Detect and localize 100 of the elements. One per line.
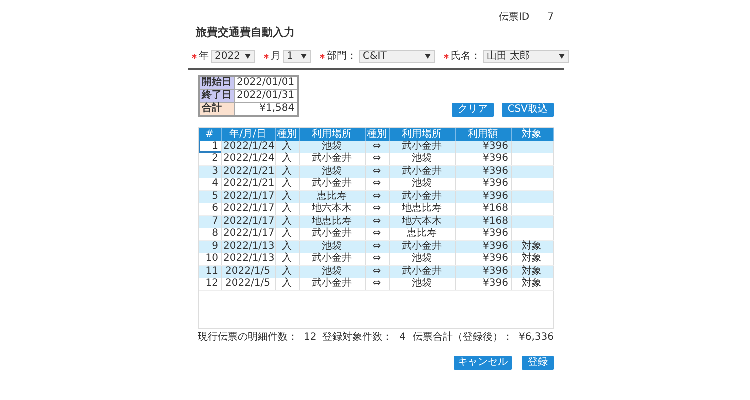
table-cell: ¥396 <box>455 141 511 153</box>
table-cell: ¥396 <box>455 266 511 278</box>
table-cell: 対象 <box>511 253 553 266</box>
table-cell[interactable]: 12 <box>199 278 221 290</box>
table-cell[interactable]: 7 <box>199 216 221 228</box>
table-cell: ⇔ <box>365 228 389 240</box>
caret-icon <box>559 54 565 59</box>
table-cell[interactable]: 11 <box>199 266 221 278</box>
table-cell[interactable]: 4 <box>199 178 221 190</box>
table-cell: 池袋 <box>389 253 455 266</box>
table-cell: 対象 <box>511 266 553 278</box>
table-cell: 対象 <box>511 240 553 253</box>
table-cell: ¥396 <box>455 240 511 253</box>
table-cell: ¥396 <box>455 190 511 203</box>
action-button[interactable]: CSV取込 <box>502 103 554 117</box>
total-value: 4 <box>398 332 407 344</box>
table-cell: 地恵比寿 <box>389 203 455 216</box>
table-cell: 入 <box>275 178 299 190</box>
column-header[interactable]: 種別 <box>275 128 299 141</box>
table-cell: 2022/1/21 <box>221 166 275 178</box>
table-cell: 2022/1/17 <box>221 203 275 216</box>
table-cell: 2022/1/5 <box>221 266 275 278</box>
table-cell: 武小金井 <box>299 253 365 266</box>
table-cell: 武小金井 <box>389 266 455 278</box>
total-label: 登録対象件数： <box>322 332 393 344</box>
field-label: 部門： <box>327 50 357 62</box>
field-label: 年 <box>199 50 209 62</box>
table-cell: 2022/1/24 <box>221 153 275 166</box>
table-cell: 池袋 <box>389 178 455 190</box>
action-button[interactable]: クリア <box>452 103 494 117</box>
column-header[interactable]: 年/月/日 <box>221 128 275 141</box>
table-cell: 恵比寿 <box>299 190 365 203</box>
column-header[interactable]: 対象 <box>511 128 553 141</box>
table-cell: 池袋 <box>299 166 365 178</box>
select-dropdown[interactable]: C&IT <box>359 50 435 63</box>
table-cell: 入 <box>275 253 299 266</box>
table-cell: 武小金井 <box>299 278 365 290</box>
table-cell: ⇔ <box>365 141 389 153</box>
table-cell[interactable]: 10 <box>199 253 221 266</box>
select-dropdown[interactable]: 山田 太郎 <box>483 50 569 63</box>
table-cell[interactable]: 5 <box>199 190 221 203</box>
table-cell: ⇔ <box>365 178 389 190</box>
table-cell: 入 <box>275 278 299 290</box>
table-cell: 池袋 <box>389 153 455 166</box>
field-label: 氏名： <box>451 50 481 62</box>
column-header[interactable]: 利用場所 <box>389 128 455 141</box>
form-button[interactable]: キャンセル <box>454 356 512 370</box>
column-header[interactable]: 利用場所 <box>299 128 365 141</box>
table-cell: 武小金井 <box>389 166 455 178</box>
table-cell[interactable]: 3 <box>199 166 221 178</box>
table-cell: 入 <box>275 141 299 153</box>
table-cell[interactable]: 9 <box>199 240 221 253</box>
table-cell: 対象 <box>511 278 553 290</box>
table-cell: 入 <box>275 203 299 216</box>
summary-value: 2022/01/31 <box>234 90 298 102</box>
table-cell: 2022/1/13 <box>221 240 275 253</box>
caret-icon <box>245 54 251 59</box>
column-header[interactable]: 種別 <box>365 128 389 141</box>
table-cell: ¥396 <box>455 253 511 266</box>
table-cell: ¥168 <box>455 203 511 216</box>
table-cell: 地六本木 <box>389 216 455 228</box>
table-cell: 2022/1/17 <box>221 216 275 228</box>
table-cell: 池袋 <box>299 240 365 253</box>
table-cell: ⇔ <box>365 253 389 266</box>
table-cell: 地六本木 <box>299 203 365 216</box>
caret-icon <box>425 54 431 59</box>
field-label: 月 <box>271 50 281 62</box>
table-cell: 入 <box>275 153 299 166</box>
table-cell: 武小金井 <box>389 141 455 153</box>
column-header[interactable]: # <box>199 128 221 141</box>
form-button[interactable]: 登録 <box>522 356 554 370</box>
table-cell[interactable]: 8 <box>199 228 221 240</box>
table-cell[interactable]: 6 <box>199 203 221 216</box>
table-cell: 2022/1/17 <box>221 228 275 240</box>
summary-label: 合計 <box>199 102 234 116</box>
column-header[interactable]: 利用額 <box>455 128 511 141</box>
table-cell: 武小金井 <box>389 240 455 253</box>
table-cell: ¥168 <box>455 216 511 228</box>
table-cell: ¥396 <box>455 153 511 166</box>
table-cell: ⇔ <box>365 278 389 290</box>
table-cell: 池袋 <box>299 266 365 278</box>
table-cell: 武小金井 <box>299 178 365 190</box>
table-cell: 恵比寿 <box>389 228 455 240</box>
table-cell: 2022/1/5 <box>221 278 275 290</box>
total-value: 12 <box>304 332 317 344</box>
table-cell: 池袋 <box>389 278 455 290</box>
select-dropdown[interactable]: 1 <box>283 50 311 63</box>
table-cell: ¥396 <box>455 228 511 240</box>
slip-id-value: 7 <box>548 12 554 24</box>
table-cell: 地恵比寿 <box>299 216 365 228</box>
table-cell: 入 <box>275 228 299 240</box>
table-cell[interactable]: 1 <box>199 141 221 153</box>
table-cell: 武小金井 <box>299 153 365 166</box>
table-cell: 池袋 <box>299 141 365 153</box>
table-cell: 2022/1/17 <box>221 190 275 203</box>
select-dropdown[interactable]: 2022 <box>211 50 255 63</box>
table-cell: 武小金井 <box>299 228 365 240</box>
summary-label: 終了日 <box>199 90 234 102</box>
table-cell[interactable]: 2 <box>199 153 221 166</box>
table-cell: 2022/1/24 <box>221 141 275 153</box>
